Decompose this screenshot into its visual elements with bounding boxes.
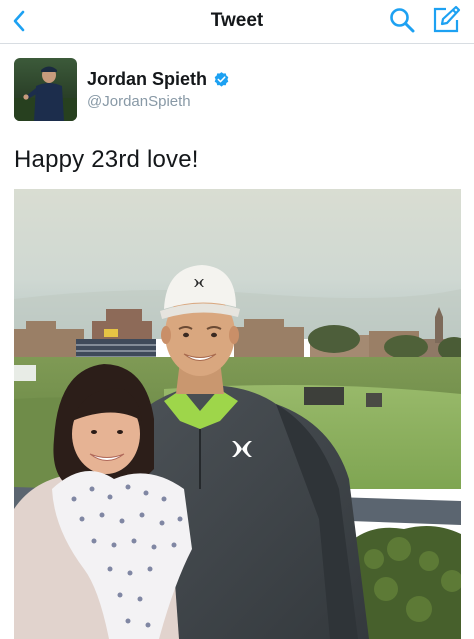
compose-icon xyxy=(433,5,461,33)
verified-badge-icon xyxy=(214,72,229,87)
tweet-photo[interactable] xyxy=(14,189,461,639)
avatar[interactable] xyxy=(14,58,77,121)
search-icon xyxy=(390,8,415,33)
tweet-text: Happy 23rd love! xyxy=(14,146,199,173)
avatar-image xyxy=(14,58,77,121)
author-name[interactable]: Jordan Spieth xyxy=(87,69,230,90)
tweet-author: Jordan Spieth @JordanSpieth xyxy=(14,58,460,122)
author-name-text: Jordan Spieth xyxy=(87,69,208,89)
photo-couple-golf-course xyxy=(14,189,461,639)
search-button[interactable] xyxy=(388,6,416,34)
navigation-bar: Tweet xyxy=(0,0,474,44)
compose-button[interactable] xyxy=(430,4,462,36)
author-handle[interactable]: @JordanSpieth xyxy=(87,93,191,110)
